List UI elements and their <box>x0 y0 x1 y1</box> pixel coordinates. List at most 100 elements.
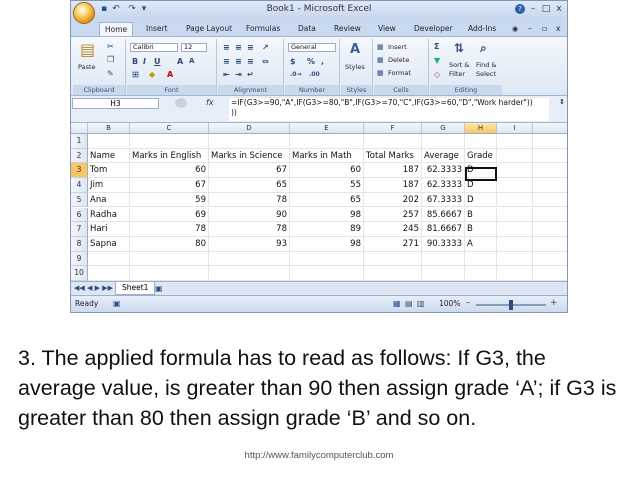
column-header[interactable]: B <box>88 123 130 134</box>
empty-cell[interactable] <box>533 178 567 193</box>
delete-button[interactable]: Delete <box>388 56 409 64</box>
data-cell[interactable]: 65 <box>290 192 364 208</box>
row-header[interactable]: 10 <box>71 266 88 281</box>
increase-decimal-icon[interactable]: .0→ <box>290 70 301 79</box>
data-cell[interactable]: 55 <box>290 178 364 193</box>
bold-button[interactable]: B <box>132 57 138 66</box>
ribbon-minimize-button[interactable]: – <box>523 22 537 36</box>
data-cell[interactable]: 271 <box>364 236 422 252</box>
align-left-icon[interactable]: ≡ <box>223 57 230 66</box>
borders-icon[interactable]: ⊞ <box>132 70 139 79</box>
row-header[interactable]: 1 <box>71 134 88 149</box>
font-color-icon[interactable]: A <box>167 70 173 79</box>
worksheet-grid[interactable]: B C D E F G H I 1 2 Name Marks in English Ma… <box>71 123 567 281</box>
styles-icon[interactable]: A <box>350 43 360 57</box>
shrink-font-button[interactable]: A <box>189 57 194 66</box>
data-cell[interactable]: D <box>465 192 497 208</box>
empty-cell[interactable] <box>533 208 567 223</box>
decrease-decimal-icon[interactable]: .00 <box>309 70 320 79</box>
empty-cell[interactable] <box>88 134 130 149</box>
insert-button[interactable]: Insert <box>388 43 407 51</box>
empty-cell[interactable] <box>130 134 209 149</box>
fx-icon[interactable]: fx <box>206 98 214 107</box>
column-header[interactable]: D <box>209 123 290 134</box>
tab-home[interactable]: Home <box>99 22 134 36</box>
column-header[interactable]: G <box>422 123 465 134</box>
data-cell[interactable]: 93 <box>209 236 290 252</box>
column-header-selected[interactable]: H <box>465 123 497 134</box>
data-cell[interactable]: Sapna <box>88 236 130 252</box>
currency-button[interactable]: $ <box>290 57 296 66</box>
ribbon-restore-button[interactable]: ▫ <box>537 22 552 36</box>
sheet-tab-sheet1[interactable]: Sheet1 <box>115 282 156 295</box>
empty-cell[interactable] <box>497 236 533 252</box>
align-top-icon[interactable]: ≡ <box>223 43 230 52</box>
close-button[interactable]: x <box>553 3 565 15</box>
row-header[interactable]: 5 <box>71 192 88 208</box>
column-title-cell[interactable]: Name <box>88 148 130 164</box>
column-title-cell[interactable]: Marks in Math <box>290 148 364 164</box>
data-cell[interactable]: Radha <box>88 207 130 223</box>
empty-cell[interactable] <box>209 134 290 149</box>
column-title-cell[interactable]: Total Marks <box>364 148 422 164</box>
empty-cell[interactable] <box>533 237 567 252</box>
data-cell[interactable]: 187 <box>364 178 422 193</box>
data-cell[interactable]: 98 <box>290 207 364 223</box>
empty-cell[interactable] <box>130 251 209 267</box>
filter-label[interactable]: Filter <box>449 70 465 78</box>
align-right-icon[interactable]: ≡ <box>247 57 254 66</box>
font-size-box[interactable]: 12 <box>181 43 207 52</box>
insert-cells-icon[interactable]: ▦ <box>377 43 384 52</box>
empty-cell[interactable] <box>533 252 567 267</box>
data-cell[interactable]: 60 <box>290 163 364 179</box>
zoom-out-button[interactable]: – <box>466 298 471 308</box>
ribbon-close-button[interactable]: x <box>551 22 565 36</box>
align-middle-icon[interactable]: ≡ <box>235 43 242 52</box>
empty-cell[interactable] <box>422 251 465 267</box>
tab-developer[interactable]: Developer <box>409 22 458 36</box>
data-cell[interactable]: 90 <box>209 207 290 223</box>
tab-page-layout[interactable]: Page Layout <box>181 22 237 36</box>
cut-icon[interactable]: ✂ <box>107 42 114 51</box>
row-header[interactable]: 7 <box>71 222 88 237</box>
empty-cell[interactable] <box>364 134 422 149</box>
empty-cell[interactable] <box>364 251 422 267</box>
name-box[interactable]: H3 <box>72 98 159 109</box>
column-header[interactable]: F <box>364 123 422 134</box>
data-cell[interactable]: A <box>465 236 497 252</box>
data-cell[interactable]: 202 <box>364 192 422 208</box>
zoom-in-button[interactable]: + <box>550 298 558 308</box>
styles-button-label[interactable]: Styles <box>345 63 365 71</box>
expand-formula-icon[interactable]: ⇕ <box>559 98 565 106</box>
orientation-icon[interactable]: ↗ <box>262 43 269 52</box>
empty-cell[interactable] <box>533 193 567 208</box>
data-cell[interactable]: 187 <box>364 163 422 179</box>
decrease-indent-icon[interactable]: ⇤ <box>223 70 230 79</box>
data-cell[interactable]: 62.3333 <box>422 178 465 193</box>
data-cell[interactable]: 90.3333 <box>422 236 465 252</box>
italic-button[interactable]: I <box>143 57 146 66</box>
zoom-level[interactable]: 100% <box>439 299 460 308</box>
empty-cell[interactable] <box>533 149 567 164</box>
grow-font-button[interactable]: A <box>177 57 183 66</box>
empty-cell[interactable] <box>497 207 533 223</box>
minimize-button[interactable]: – <box>527 3 539 15</box>
empty-cell[interactable] <box>497 178 533 193</box>
data-cell[interactable]: 81.6667 <box>422 222 465 237</box>
tab-formulas[interactable]: Formulas <box>241 22 285 36</box>
merge-center-icon[interactable]: ⇔ <box>262 57 269 66</box>
tab-view[interactable]: View <box>373 22 401 36</box>
comma-style-icon[interactable]: , <box>321 57 324 66</box>
sort-filter-icon[interactable]: ⇅ <box>454 42 464 55</box>
select-all-corner[interactable] <box>71 123 88 134</box>
data-cell[interactable]: 60 <box>130 163 209 179</box>
empty-cell[interactable] <box>497 222 533 237</box>
insert-sheet-icon[interactable]: ▣ <box>155 284 163 293</box>
sheet-nav-icon[interactable]: ◀◀ ◀ ▶ ▶▶ <box>74 284 113 292</box>
empty-cell[interactable] <box>497 148 533 164</box>
help-tab-icon[interactable]: ◉ <box>507 22 523 36</box>
data-cell[interactable]: B <box>465 222 497 237</box>
column-header[interactable]: C <box>130 123 209 134</box>
column-title-cell[interactable]: Average <box>422 148 465 164</box>
name-box-dropdown-icon[interactable] <box>175 98 187 108</box>
